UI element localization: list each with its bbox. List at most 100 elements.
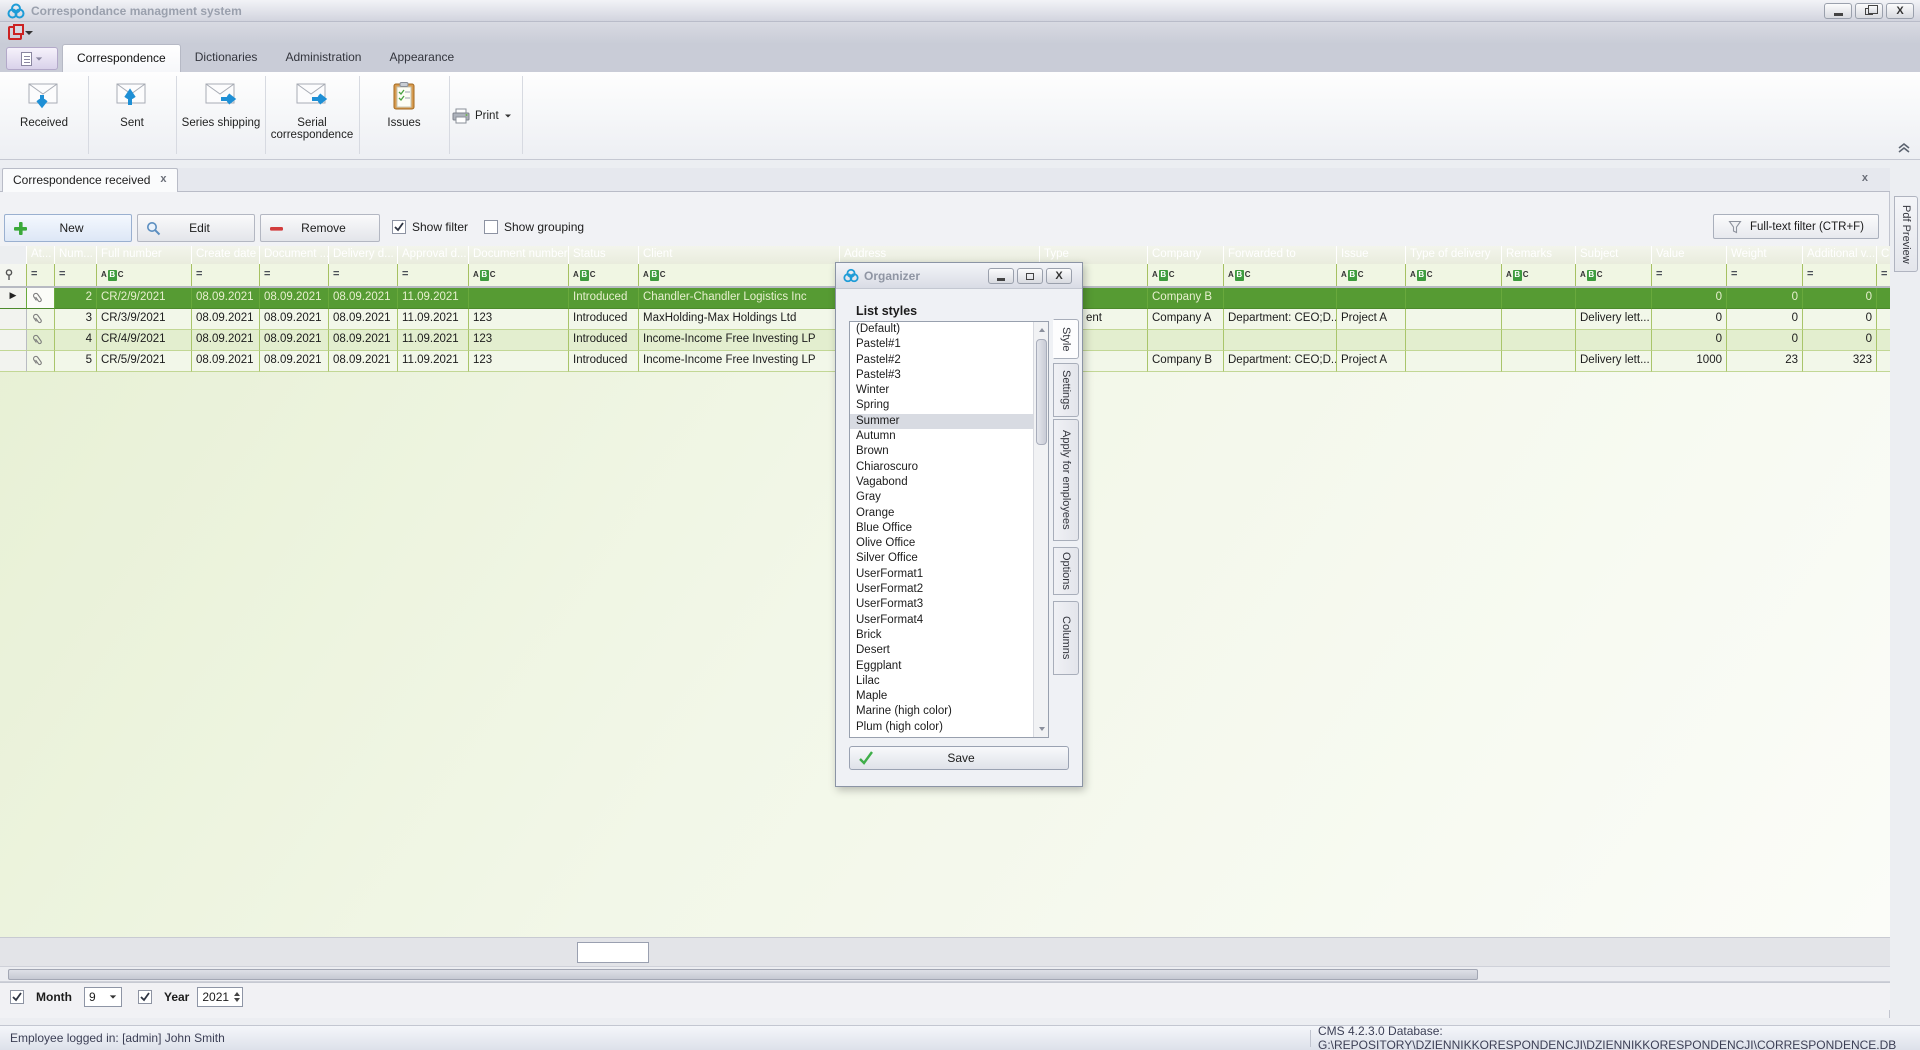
ribbon-tab-appearance[interactable]: Appearance (375, 44, 468, 72)
column-header-subject[interactable]: Subject (1576, 246, 1652, 264)
column-header-forwarded_to[interactable]: Forwarded to (1224, 246, 1337, 264)
column-header-full_number[interactable]: Full number (97, 246, 192, 264)
horizontal-scrollbar[interactable] (0, 966, 1890, 982)
style-picker-button[interactable] (8, 24, 42, 42)
list-styles-listbox[interactable]: (Default)Pastel#1Pastel#2Pastel#3WinterS… (849, 321, 1049, 738)
list-style-item[interactable]: Brown (850, 444, 1048, 459)
filter-cell-document_date[interactable]: = (260, 264, 329, 286)
list-style-item[interactable]: Vagabond (850, 475, 1048, 490)
list-style-item[interactable]: Autumn (850, 429, 1048, 444)
show-grouping-checkbox[interactable]: Show grouping (484, 220, 584, 234)
filter-cell-company[interactable]: ABC (1148, 264, 1224, 286)
list-style-item[interactable]: Spring (850, 398, 1048, 413)
list-style-item[interactable]: Summer (850, 414, 1048, 429)
filter-cell-type_of_delivery[interactable]: ABC (1406, 264, 1502, 286)
scroll-up-icon[interactable] (1035, 323, 1048, 337)
filter-cell-delivery_date[interactable]: = (329, 264, 398, 286)
filter-cell-subject[interactable]: ABC (1576, 264, 1652, 286)
filter-cell-document_number[interactable]: ABC (469, 264, 569, 286)
column-header-additional_value[interactable]: Additional v... (1803, 246, 1877, 264)
list-style-item[interactable]: Pastel#3 (850, 368, 1048, 383)
edit-button[interactable]: Edit (137, 214, 255, 242)
filter-cell-num[interactable]: = (55, 264, 97, 286)
list-style-item[interactable]: Desert (850, 643, 1048, 658)
ribbon-tab-dictionaries[interactable]: Dictionaries (181, 44, 272, 72)
list-style-item[interactable]: Eggplant (850, 659, 1048, 674)
list-style-item[interactable]: UserFormat2 (850, 582, 1048, 597)
filter-cell-additional_value[interactable]: = (1803, 264, 1877, 286)
document-area-close-icon[interactable]: x (1862, 172, 1868, 184)
minimize-button[interactable] (1824, 3, 1852, 19)
series-shipping-button[interactable]: Series shipping (180, 76, 262, 156)
organizer-tab-columns[interactable]: Columns (1053, 601, 1079, 675)
column-header-num[interactable]: Num... (55, 246, 97, 264)
column-header-document_number[interactable]: Document number (469, 246, 569, 264)
dialog-maximize-button[interactable] (1017, 268, 1043, 284)
scroll-down-icon[interactable] (1035, 722, 1048, 736)
year-checkbox[interactable] (138, 990, 152, 1004)
scrollbar-thumb[interactable] (8, 969, 1478, 980)
column-header-delivery_date[interactable]: Delivery d... (329, 246, 398, 264)
column-header-attachment[interactable]: At... (27, 246, 55, 264)
list-style-item[interactable]: UserFormat1 (850, 567, 1048, 582)
column-header-c_sliver[interactable]: C... (1877, 246, 1890, 264)
restore-button[interactable] (1855, 3, 1883, 19)
sent-button[interactable]: Sent (92, 76, 172, 156)
tab-correspondence-received[interactable]: Correspondence received x (2, 168, 178, 192)
list-scrollbar[interactable] (1033, 322, 1048, 737)
list-style-item[interactable]: Marine (high color) (850, 704, 1048, 719)
list-style-item[interactable]: Brick (850, 628, 1048, 643)
pdf-preview-tab[interactable]: Pdf Preview (1894, 196, 1918, 272)
show-filter-checkbox[interactable]: Show filter (392, 220, 468, 234)
filter-cell-status[interactable]: ABC (569, 264, 639, 286)
list-style-item[interactable]: Pastel#1 (850, 337, 1048, 352)
column-header-approval_date[interactable]: Approval d... (398, 246, 469, 264)
scrollbar-thumb[interactable] (1036, 339, 1047, 445)
serial-correspondence-button[interactable]: Serial correspondence (268, 76, 356, 156)
spinner-arrows-icon[interactable] (234, 992, 242, 1002)
column-header-company[interactable]: Company (1148, 246, 1224, 264)
close-button[interactable]: X (1886, 3, 1914, 19)
list-style-item[interactable]: Chiaroscuro (850, 460, 1048, 475)
list-style-item[interactable]: Lilac (850, 674, 1048, 689)
column-header-create_date[interactable]: Create date (192, 246, 260, 264)
filter-cell-remarks[interactable]: ABC (1502, 264, 1576, 286)
list-style-item[interactable]: UserFormat3 (850, 597, 1048, 612)
organizer-tab-settings[interactable]: Settings (1053, 363, 1079, 417)
tab-close-icon[interactable]: x (160, 173, 166, 192)
column-header-client[interactable]: Client (639, 246, 840, 264)
collapse-ribbon-icon[interactable] (1896, 142, 1912, 154)
issues-button[interactable]: Issues (364, 76, 444, 156)
dialog-close-button[interactable]: X (1046, 268, 1072, 284)
column-header-issue[interactable]: Issue (1337, 246, 1406, 264)
filter-cell-weight[interactable]: = (1727, 264, 1803, 286)
filter-cell-c_sliver[interactable]: = (1877, 264, 1890, 286)
list-style-item[interactable]: (Default) (850, 322, 1048, 337)
list-style-item[interactable]: UserFormat4 (850, 613, 1048, 628)
column-header-status[interactable]: Status (569, 246, 639, 264)
dialog-minimize-button[interactable] (988, 268, 1014, 284)
list-style-item[interactable]: Olive Office (850, 536, 1048, 551)
remove-button[interactable]: Remove (260, 214, 380, 242)
filter-cell-value[interactable]: = (1652, 264, 1727, 286)
inline-edit-box[interactable] (577, 942, 649, 963)
year-spinner[interactable]: 2021 (197, 987, 243, 1007)
list-style-item[interactable]: Gray (850, 490, 1048, 505)
filter-cell-create_date[interactable]: = (192, 264, 260, 286)
list-style-item[interactable]: Winter (850, 383, 1048, 398)
filter-cell-approval_date[interactable]: = (398, 264, 469, 286)
print-button[interactable]: Print (452, 108, 512, 124)
column-header-value[interactable]: Value (1652, 246, 1727, 264)
column-header-document_date[interactable]: Document ... (260, 246, 329, 264)
list-style-item[interactable]: Plum (high color) (850, 720, 1048, 735)
column-header-type_of_delivery[interactable]: Type of delivery (1406, 246, 1502, 264)
received-button[interactable]: Received (4, 76, 84, 156)
filter-cell-issue[interactable]: ABC (1337, 264, 1406, 286)
column-header-weight[interactable]: Weight (1727, 246, 1803, 264)
list-style-item[interactable]: Blue Office (850, 521, 1048, 536)
ribbon-tab-administration[interactable]: Administration (271, 44, 375, 72)
organizer-tab-options[interactable]: Options (1053, 547, 1079, 595)
application-menu-button[interactable] (6, 47, 58, 70)
filter-cell-client[interactable]: ABC (639, 264, 840, 286)
column-header-remarks[interactable]: Remarks (1502, 246, 1576, 264)
